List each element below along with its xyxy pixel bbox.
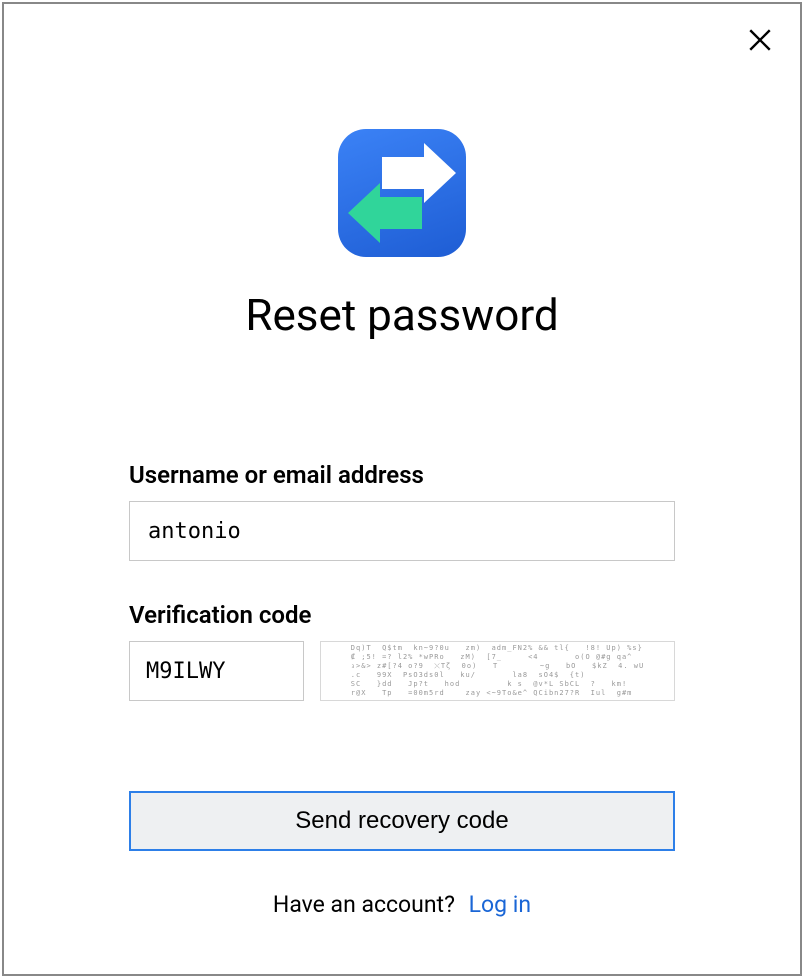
- reset-form: Username or email address Verification c…: [129, 461, 675, 918]
- reset-password-dialog: Reset password Username or email address…: [2, 2, 802, 976]
- close-button[interactable]: [744, 24, 776, 56]
- send-recovery-button[interactable]: Send recovery code: [129, 791, 675, 851]
- verification-field-group: Verification code Dq)T Q$tm kn~9?0u zm) …: [129, 601, 675, 701]
- swap-arrows-icon: [338, 129, 466, 257]
- login-link[interactable]: Log in: [469, 891, 531, 918]
- app-logo: [338, 129, 466, 257]
- dialog-content: Reset password Username or email address…: [4, 4, 800, 918]
- footer-prompt: Have an account?: [273, 891, 455, 918]
- close-icon: [747, 27, 773, 53]
- verification-row: Dq)T Q$tm kn~9?0u zm) adm_FN2% && tl{ !8…: [129, 641, 675, 701]
- captcha-ascii-art: Dq)T Q$tm kn~9?0u zm) adm_FN2% && tl{ !8…: [351, 644, 644, 698]
- verification-input[interactable]: [129, 641, 304, 701]
- verification-label: Verification code: [129, 601, 675, 629]
- page-title: Reset password: [245, 289, 558, 341]
- footer: Have an account? Log in: [129, 891, 675, 918]
- username-field-group: Username or email address: [129, 461, 675, 561]
- username-label: Username or email address: [129, 461, 675, 489]
- captcha-image[interactable]: Dq)T Q$tm kn~9?0u zm) adm_FN2% && tl{ !8…: [320, 641, 675, 701]
- username-input[interactable]: [129, 501, 675, 561]
